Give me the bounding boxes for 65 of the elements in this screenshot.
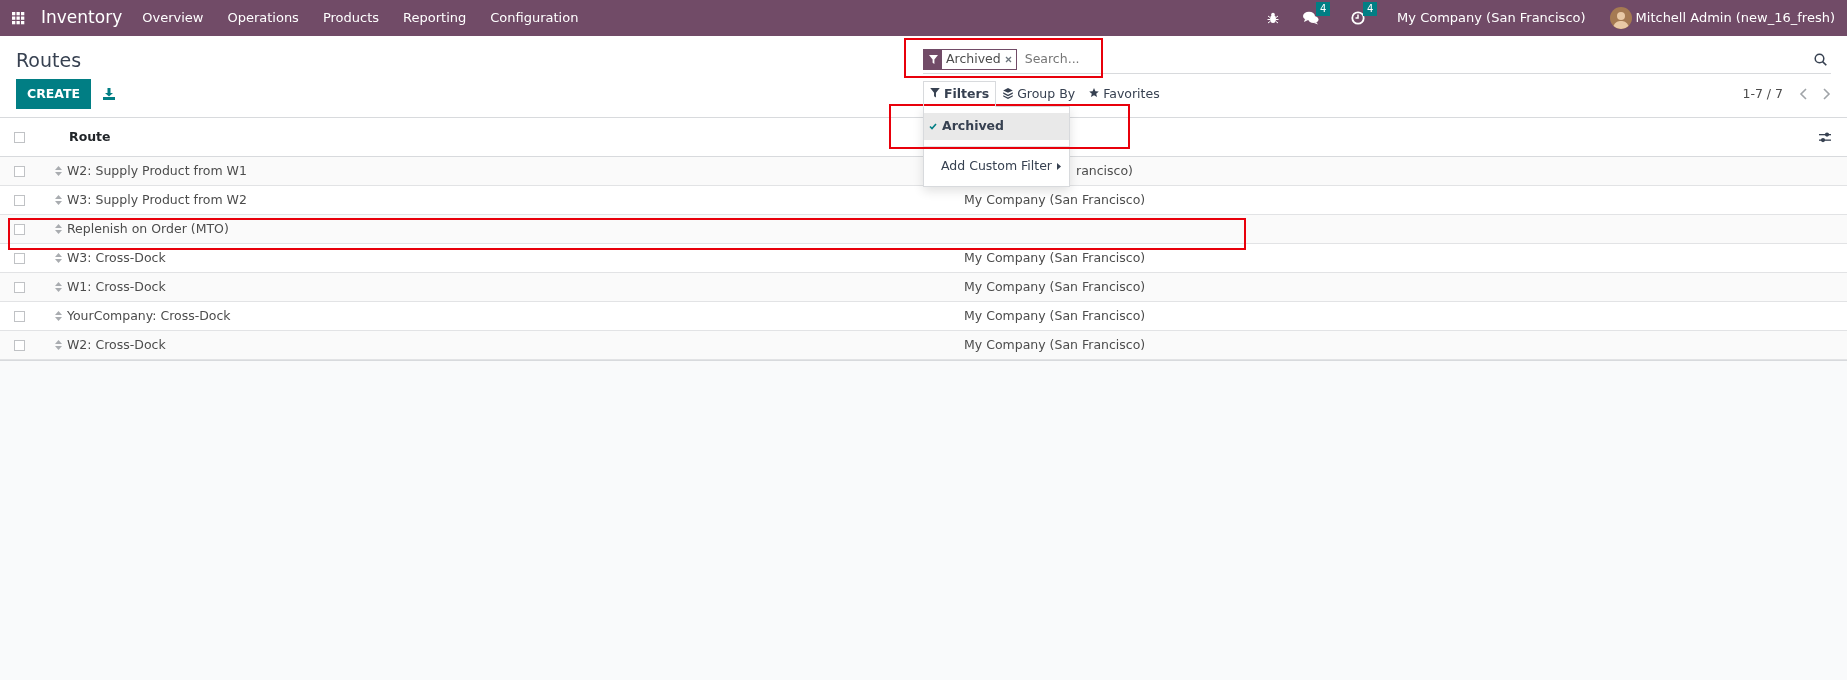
filter-icon xyxy=(930,88,940,100)
caret-icon xyxy=(1057,162,1061,170)
menu-item[interactable]: Configuration xyxy=(478,8,591,28)
menu-item[interactable]: Overview xyxy=(130,8,216,28)
drag-handle-icon[interactable] xyxy=(55,282,62,293)
download-icon[interactable] xyxy=(103,87,116,100)
route-name: W2: Supply Product from W1 xyxy=(67,161,247,180)
row-checkbox[interactable] xyxy=(14,281,25,293)
drag-handle-icon[interactable] xyxy=(55,166,62,177)
menu-item[interactable]: Products xyxy=(310,8,392,28)
company-name: rancisco) xyxy=(1076,162,1133,178)
chat-icon[interactable] xyxy=(1303,11,1320,26)
apps-menu-icon[interactable] xyxy=(12,11,25,25)
user-menu[interactable]: Mitchell Admin (new_16_fresh) xyxy=(1635,8,1835,28)
route-name: Replenish on Order (MTO) xyxy=(67,219,229,238)
company-name: My Company (San Francisco) xyxy=(964,191,1146,207)
drag-handle-icon[interactable] xyxy=(55,253,62,264)
star-icon xyxy=(1089,88,1100,100)
create-button[interactable]: CREATE xyxy=(16,78,92,110)
menu-item[interactable]: Operations xyxy=(215,8,311,28)
row-checkbox[interactable] xyxy=(14,310,25,322)
company-name: My Company (San Francisco) xyxy=(964,307,1146,323)
check-icon xyxy=(929,123,937,131)
next-icon[interactable] xyxy=(1821,87,1831,100)
route-name: W2: Cross-Dock xyxy=(67,335,166,354)
app-title[interactable]: Inventory xyxy=(41,5,123,31)
row-checkbox[interactable] xyxy=(14,339,25,351)
route-name: W1: Cross-Dock xyxy=(67,277,166,296)
filter-facet[interactable]: Archived xyxy=(923,49,1017,70)
company-switcher[interactable]: My Company (San Francisco) xyxy=(1397,8,1586,28)
bug-icon[interactable] xyxy=(1267,12,1280,24)
row-checkbox[interactable] xyxy=(14,165,25,177)
drag-handle-icon[interactable] xyxy=(55,224,62,235)
row-checkbox[interactable] xyxy=(14,223,25,235)
column-header[interactable]: Route xyxy=(69,127,111,147)
activity-count-badge: 4 xyxy=(1363,1,1378,16)
pager-value: 1-7 / 7 xyxy=(1742,84,1783,103)
row-checkbox[interactable] xyxy=(14,194,25,206)
menu-item[interactable]: Reporting xyxy=(391,8,479,28)
route-name: W3: Supply Product from W2 xyxy=(67,190,247,209)
clock-icon[interactable] xyxy=(1351,11,1366,26)
company-name: My Company (San Francisco) xyxy=(964,278,1146,294)
drag-handle-icon[interactable] xyxy=(55,311,62,322)
drag-handle-icon[interactable] xyxy=(55,340,62,351)
layers-icon xyxy=(1003,88,1014,100)
message-count-badge: 4 xyxy=(1316,1,1331,16)
filter-icon xyxy=(928,55,938,64)
row-checkbox[interactable] xyxy=(14,252,25,264)
column-settings-icon[interactable] xyxy=(1819,131,1831,143)
avatar-icon[interactable] xyxy=(1609,7,1632,29)
search-menu-button[interactable]: Filters xyxy=(923,80,997,108)
filter-option[interactable]: Add Custom Filter xyxy=(924,153,1069,180)
company-name: My Company (San Francisco) xyxy=(964,249,1146,265)
select-all-checkbox[interactable] xyxy=(14,131,25,143)
close-icon[interactable] xyxy=(1004,56,1012,63)
filter-option[interactable]: Archived xyxy=(924,113,1069,140)
previous-icon[interactable] xyxy=(1799,87,1809,100)
route-name: W3: Cross-Dock xyxy=(67,248,166,267)
search-icon[interactable] xyxy=(1814,53,1827,66)
search-menu-button[interactable]: Favorites xyxy=(1082,80,1167,108)
drag-handle-icon[interactable] xyxy=(55,195,62,206)
search-menu-button[interactable]: Group By xyxy=(996,80,1083,108)
route-name: YourCompany: Cross-Dock xyxy=(67,306,231,325)
breadcrumb-title: Routes xyxy=(16,48,83,73)
company-name: My Company (San Francisco) xyxy=(964,336,1146,352)
